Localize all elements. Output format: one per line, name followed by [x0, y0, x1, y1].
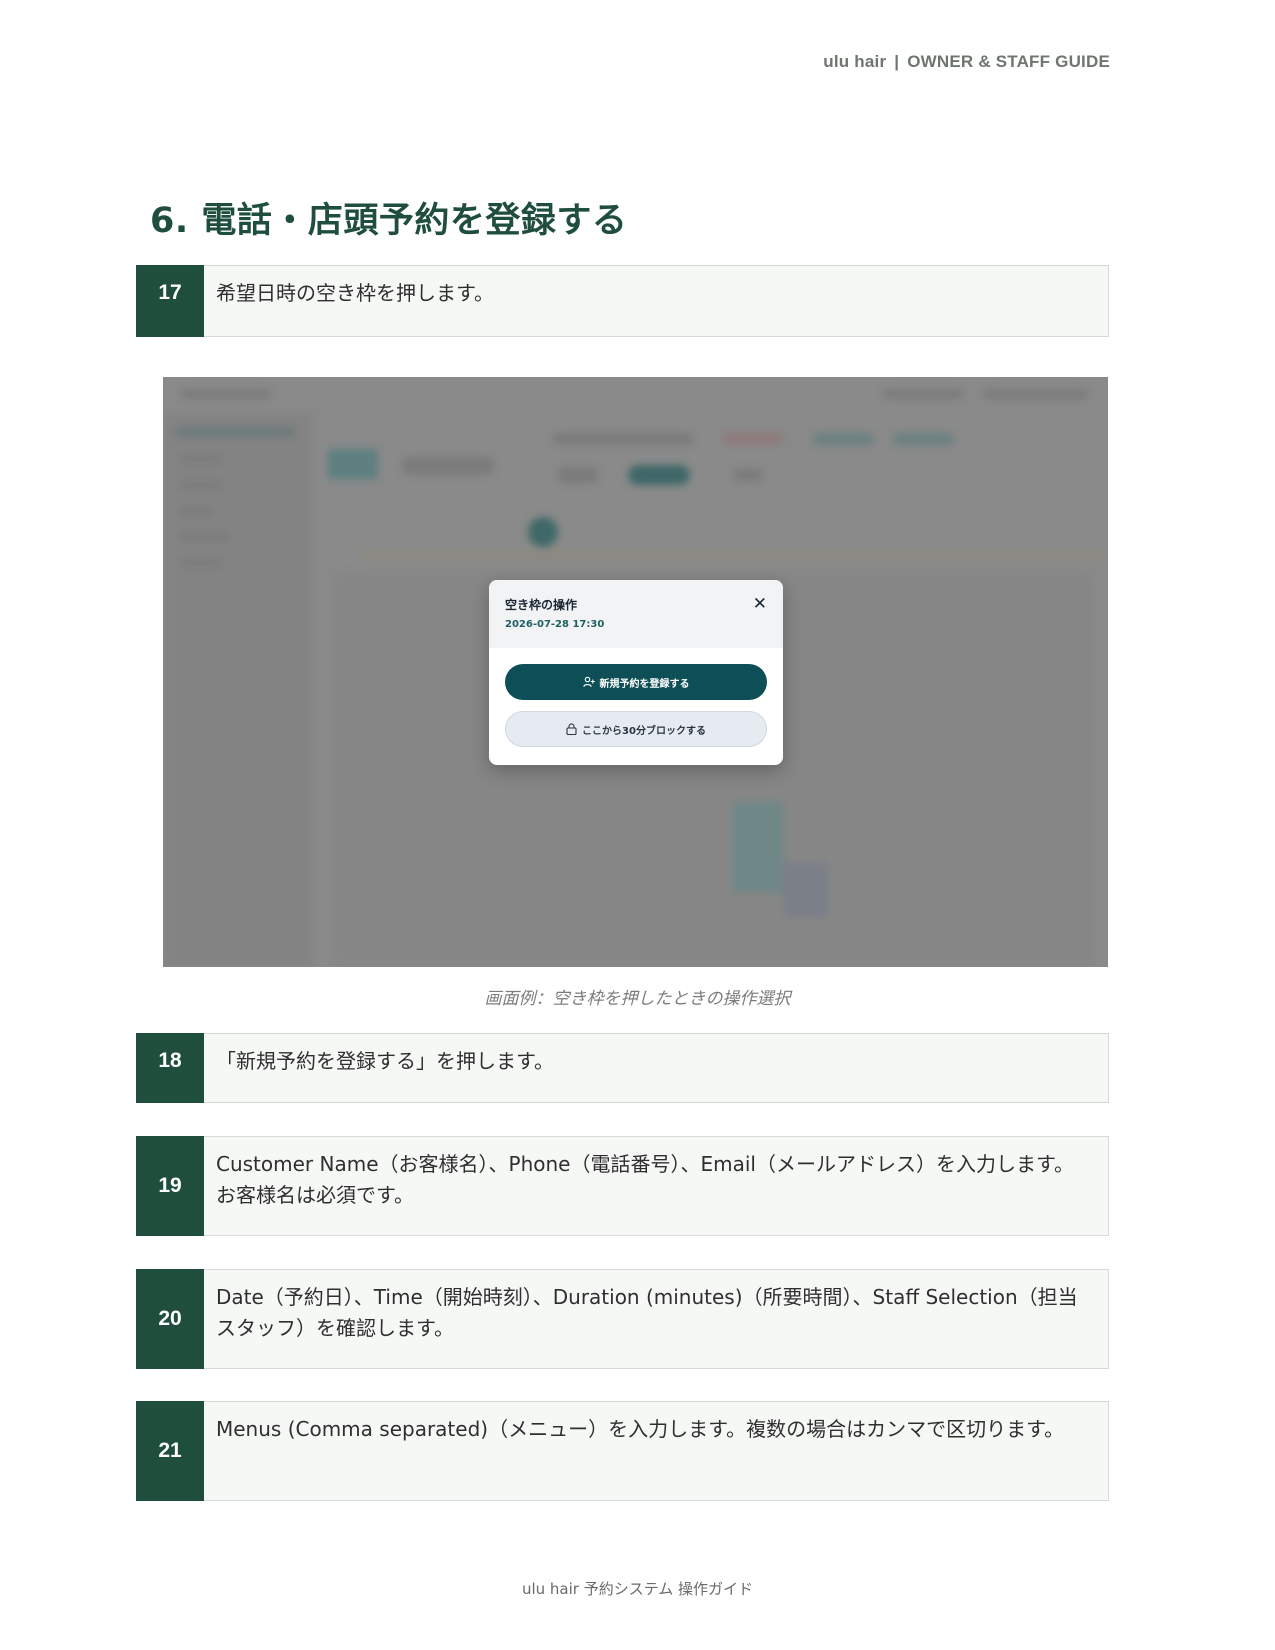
step-17: 17 希望日時の空き枠を押します。: [136, 265, 1109, 337]
modal-header: 空き枠の操作 2026-07-28 17:30 ✕: [489, 580, 783, 648]
step-number: 18: [136, 1033, 204, 1103]
register-new-reservation-label: 新規予約を登録する: [599, 678, 690, 690]
step-text: 「新規予約を登録する」を押します。: [204, 1033, 1109, 1103]
block-30min-button[interactable]: ここから30分ブロックする: [505, 711, 767, 747]
section-title: 6. 電話・店頭予約を登録する: [150, 201, 628, 241]
screenshot-caption: 画面例：空き枠を押したときの操作選択: [484, 989, 791, 1009]
app-screenshot: 空き枠の操作 2026-07-28 17:30 ✕ 新規予約を登録する ここから…: [163, 377, 1108, 967]
step-21: 21 Menus (Comma separated)（メニュー）を入力します。複…: [136, 1401, 1109, 1501]
lock-icon: [566, 723, 577, 735]
modal-title: 空き枠の操作: [505, 598, 578, 612]
header-brand: ulu hair: [823, 52, 887, 71]
block-30min-label: ここから30分ブロックする: [582, 725, 706, 737]
step-20: 20 Date（予約日）、Time（開始時刻）、Duration (minute…: [136, 1269, 1109, 1369]
header-guide-label: OWNER & STAFF GUIDE: [907, 52, 1110, 71]
step-text: 希望日時の空き枠を押します。: [204, 265, 1109, 337]
page-footer: ulu hair 予約システム 操作ガイド: [521, 1580, 754, 1598]
step-number: 17: [136, 265, 204, 337]
modal-datetime: 2026-07-28 17:30: [505, 619, 605, 630]
slot-action-modal: 空き枠の操作 2026-07-28 17:30 ✕ 新規予約を登録する ここから…: [489, 580, 783, 765]
register-new-reservation-button[interactable]: 新規予約を登録する: [505, 664, 767, 700]
page-header: ulu hair | OWNER & STAFF GUIDE: [823, 52, 1110, 72]
step-18: 18 「新規予約を登録する」を押します。: [136, 1033, 1109, 1103]
header-separator: |: [894, 52, 900, 71]
step-number: 19: [136, 1136, 204, 1236]
close-icon[interactable]: ✕: [753, 594, 767, 614]
step-number: 21: [136, 1401, 204, 1501]
step-number: 20: [136, 1269, 204, 1369]
step-text: Menus (Comma separated)（メニュー）を入力します。複数の場…: [204, 1401, 1109, 1501]
user-plus-icon: [582, 676, 595, 688]
step-text: Customer Name（お客様名）、Phone（電話番号）、Email（メー…: [204, 1136, 1109, 1236]
step-text: Date（予約日）、Time（開始時刻）、Duration (minutes)（…: [204, 1269, 1109, 1369]
step-19: 19 Customer Name（お客様名）、Phone（電話番号）、Email…: [136, 1136, 1109, 1236]
